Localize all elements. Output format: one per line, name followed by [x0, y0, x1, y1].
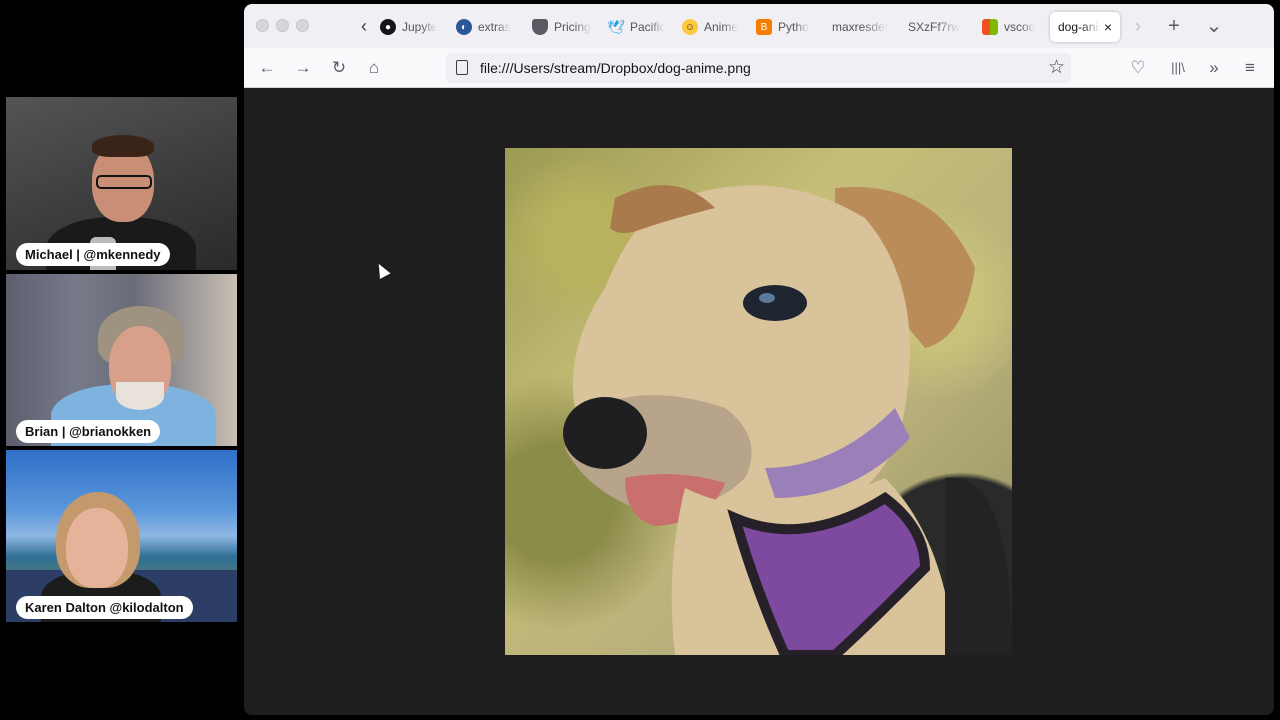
globe-icon: ◐	[456, 19, 472, 35]
pocket-icon[interactable]: ♡	[1126, 56, 1150, 80]
participant-name-tag: Brian | @brianokken	[16, 420, 161, 443]
twitter-icon: 🕊	[608, 18, 625, 35]
participant-face	[66, 508, 128, 588]
mouse-cursor-icon	[373, 261, 391, 279]
shield-icon	[532, 19, 548, 35]
participant-video-brian: Brian | @brianokken	[6, 274, 237, 446]
tab-maxresdefault[interactable]: maxresdef	[832, 12, 890, 42]
blogger-icon: B	[756, 19, 772, 35]
image-viewer	[244, 88, 1274, 715]
tab-anime[interactable]: ☺ Anime	[682, 12, 742, 42]
list-all-tabs-icon[interactable]: ⌄	[1202, 14, 1226, 38]
tab-scroll-right-icon[interactable]: ›	[1128, 15, 1148, 37]
library-icon[interactable]: |||\	[1166, 56, 1190, 80]
tab-image[interactable]: SXzFf7rw	[908, 12, 966, 42]
overflow-menu-icon[interactable]: »	[1202, 56, 1226, 80]
dark-shoulder	[945, 477, 1012, 655]
hugging-face-icon: ☺	[682, 19, 698, 35]
dog-anime-image[interactable]	[505, 148, 1012, 655]
file-icon	[456, 60, 468, 75]
participant-name-tag: Michael | @mkennedy	[16, 243, 170, 266]
dog-nose	[563, 397, 647, 469]
tab-dog-anime[interactable]: dog-anime ×	[1050, 12, 1120, 42]
browser-window: ‹ ● Jupyte ◐ extras Pricing 🕊 Pacific ☺ …	[244, 4, 1274, 715]
microsoft-icon	[982, 19, 998, 35]
tab-pacific[interactable]: 🕊 Pacific	[608, 12, 668, 42]
dog-eye	[743, 285, 807, 321]
participant-name-tag: Karen Dalton @kilodalton	[16, 596, 193, 619]
participant-video-michael: Michael | @mkennedy	[6, 97, 237, 270]
tab-pricing[interactable]: Pricing	[532, 12, 592, 42]
address-bar[interactable]: file:///Users/stream/Dropbox/dog-anime.p…	[446, 53, 1071, 83]
close-tab-icon[interactable]: ×	[1104, 19, 1112, 35]
navigation-toolbar: ← → ↻ ⌂ file:///Users/stream/Dropbox/dog…	[244, 48, 1274, 88]
zoom-window-button[interactable]	[296, 19, 309, 32]
forward-icon[interactable]: →	[291, 56, 315, 80]
tab-jupyter[interactable]: ● Jupyte	[380, 12, 440, 42]
minimize-window-button[interactable]	[276, 19, 289, 32]
glasses	[96, 175, 152, 189]
participant-beard	[116, 382, 164, 410]
close-window-button[interactable]	[256, 19, 269, 32]
tab-vscode[interactable]: vscod	[982, 12, 1040, 42]
dog-illustration	[563, 185, 1012, 655]
participant-hair	[92, 135, 154, 157]
tab-scroll-left-icon[interactable]: ‹	[354, 15, 374, 37]
reload-icon[interactable]: ↻	[327, 56, 351, 80]
tab-bar: ‹ ● Jupyte ◐ extras Pricing 🕊 Pacific ☺ …	[244, 4, 1274, 48]
hamburger-menu-icon[interactable]: ≡	[1238, 56, 1262, 80]
url-text[interactable]: file:///Users/stream/Dropbox/dog-anime.p…	[480, 53, 751, 83]
back-icon[interactable]: ←	[255, 56, 279, 80]
home-icon[interactable]: ⌂	[362, 56, 386, 80]
tab-python[interactable]: B Pytho	[756, 12, 816, 42]
bookmark-star-icon[interactable]: ☆	[1048, 55, 1065, 81]
new-tab-icon[interactable]: +	[1162, 14, 1186, 38]
github-icon: ●	[380, 19, 396, 35]
participant-video-karen: Karen Dalton @kilodalton	[6, 450, 237, 622]
tab-extras[interactable]: ◐ extras	[456, 12, 516, 42]
